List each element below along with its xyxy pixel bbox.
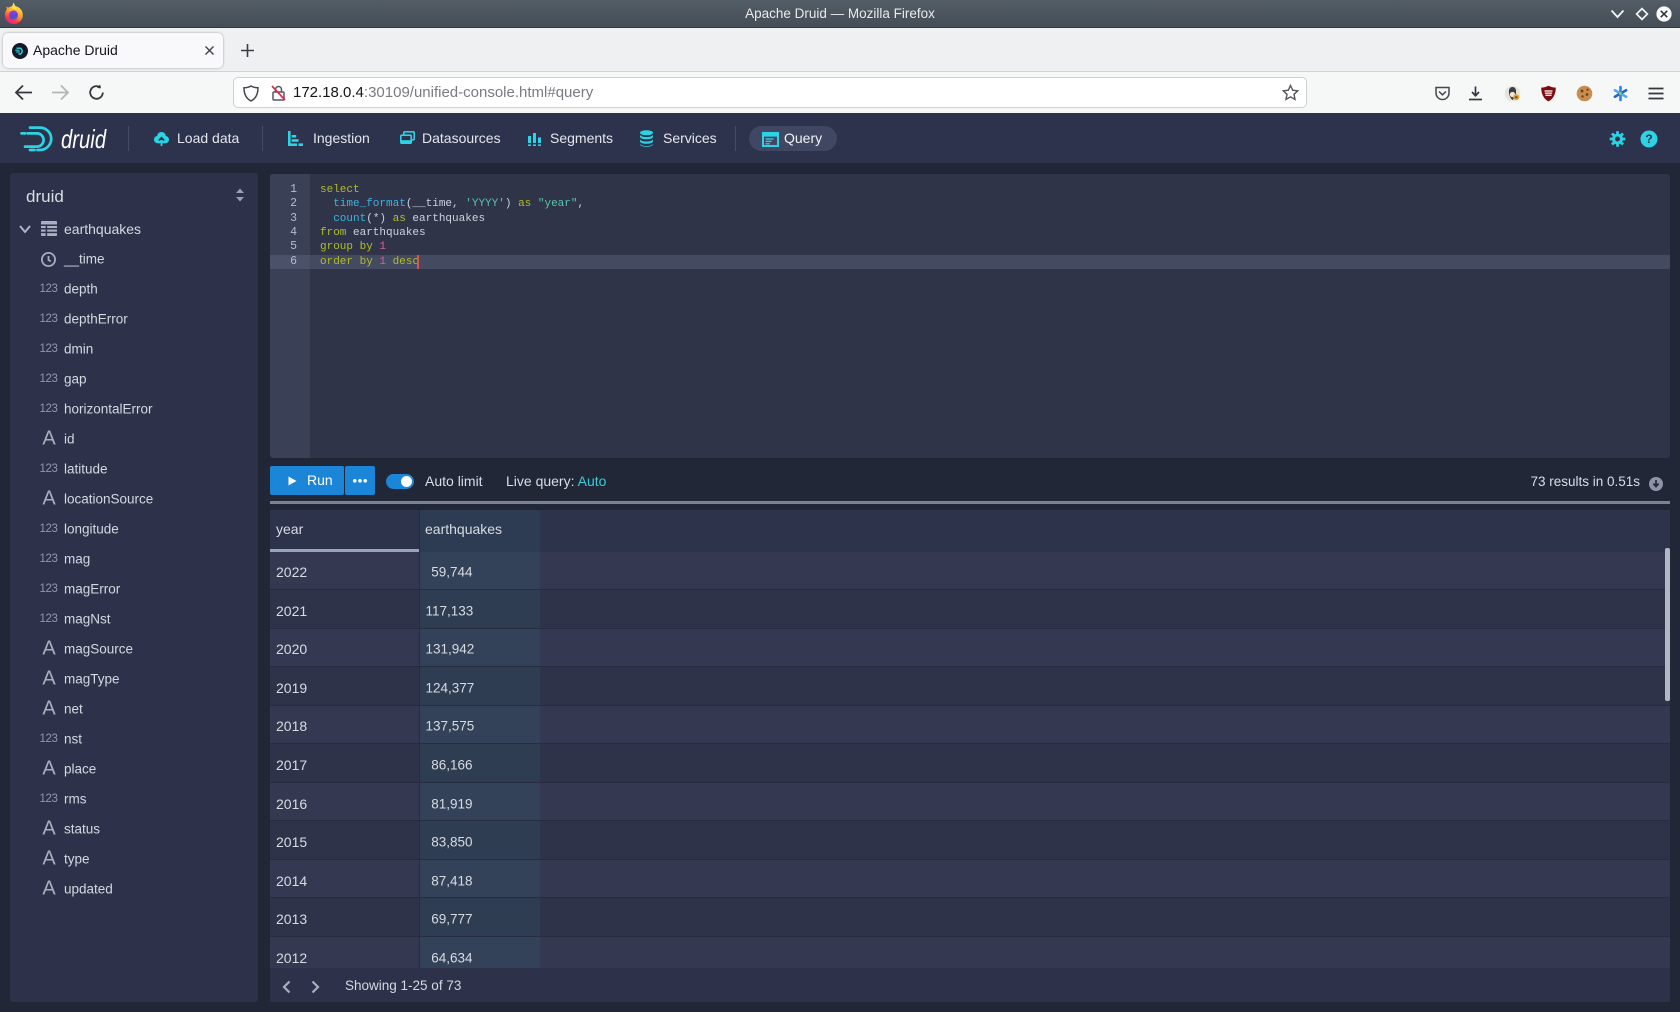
svg-text:?: ? bbox=[1645, 132, 1652, 146]
